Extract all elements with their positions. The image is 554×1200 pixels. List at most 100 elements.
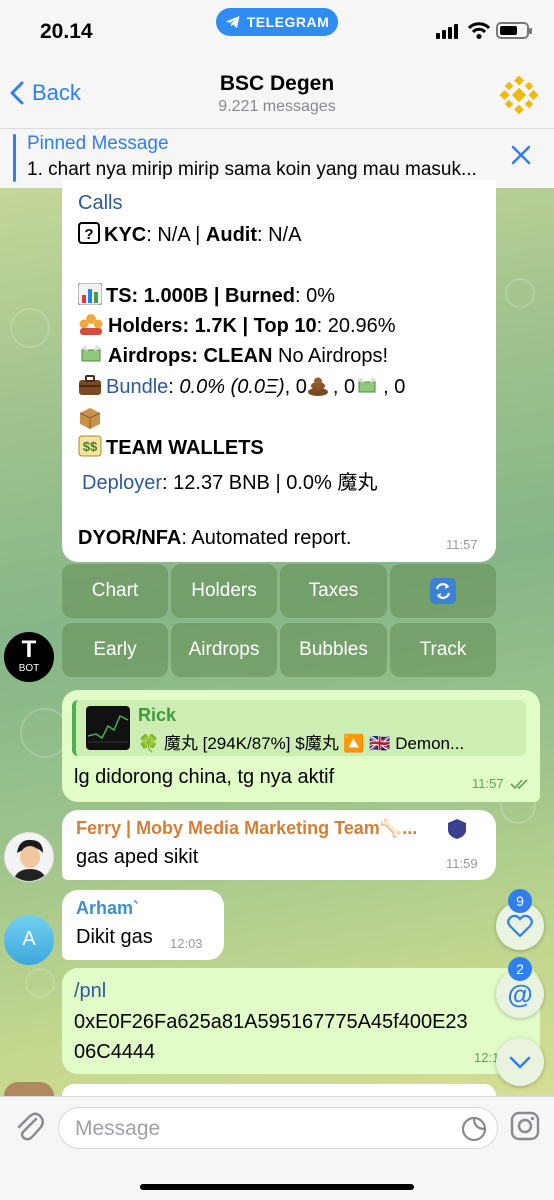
shield-badge-icon <box>448 819 466 839</box>
outgoing-pnl-message[interactable]: /pnl 0xE0F26Fa625a81A595167775A45f400E23… <box>62 968 540 1074</box>
ts-value: : 0% <box>294 285 336 307</box>
next-avatar[interactable] <box>4 1082 54 1096</box>
arham-message[interactable]: Arham` Dikit gas 12:03 <box>62 890 224 960</box>
chevron-down-icon <box>509 1056 531 1069</box>
audit-value: : N/A <box>257 224 302 246</box>
reactions-badge: 9 <box>508 889 532 913</box>
next-message-preview[interactable] <box>62 1084 496 1096</box>
pinned-indicator <box>13 134 16 182</box>
poop-icon <box>307 376 329 402</box>
message-time: 12:03 <box>170 936 203 951</box>
kyc-audit-line: ? KYC: N/A | Audit: N/A <box>78 222 301 250</box>
airdrops-button[interactable]: Airdrops <box>171 623 277 677</box>
bundle-link[interactable]: Bundle <box>106 376 168 398</box>
arham-avatar[interactable]: A <box>4 915 54 965</box>
bundle-count-b: , 0 <box>332 376 356 398</box>
bundle-line: Bundle: 0.0% (0.0Ξ), 0, 0, 0 <box>78 374 405 402</box>
kyc-label: KYC <box>104 224 147 246</box>
ferry-avatar[interactable] <box>4 832 54 882</box>
telegram-icon <box>225 16 240 28</box>
message-text: lg didorong china, tg nya aktif <box>74 766 335 788</box>
message-time: 11:59 <box>446 856 478 871</box>
deployer-value: : 12.37 BNB | 0.0% 魔丸 <box>162 472 378 494</box>
telegram-return-pill[interactable]: TELEGRAM <box>216 8 338 36</box>
message-input-bar: Message <box>0 1096 554 1200</box>
sticker-icon[interactable] <box>461 1116 487 1142</box>
message-count: 9.221 messages <box>218 98 336 115</box>
at-icon: @ <box>507 978 533 1009</box>
bot-avatar-label: BOT <box>18 663 40 674</box>
ts-line: TS: 1.000B | Burned: 0% <box>77 282 336 311</box>
team-wallets-label: TEAM WALLETS <box>106 437 264 459</box>
bnb-logo-icon[interactable] <box>498 74 540 116</box>
bot-avatar[interactable]: T BOT <box>4 632 54 682</box>
chat-title[interactable]: BSC Degen <box>0 72 554 96</box>
clock: 20.14 <box>40 20 93 43</box>
pnl-command-link[interactable]: /pnl <box>74 980 106 1003</box>
pinned-title: Pinned Message <box>27 133 169 154</box>
bot-report-message[interactable]: Calls ? KYC: N/A | Audit: N/A TS: 1.000B … <box>62 180 496 562</box>
dyor-line: DYOR/NFA: Automated report. <box>78 527 351 550</box>
outgoing-message[interactable]: Rick 🍀 魔丸 [294K/87%] $魔丸 🔼 🇬🇧 Demon... l… <box>62 690 540 802</box>
svg-text:$$: $$ <box>83 439 98 454</box>
message-field[interactable]: Message <box>58 1107 498 1149</box>
chat-header: Back BSC Degen 9.221 messages <box>0 60 554 128</box>
refresh-button[interactable] <box>390 564 496 618</box>
holders-label: Holders: 1.7K | Top 10 <box>108 315 317 337</box>
message-text: Dikit gas <box>76 926 153 948</box>
deployer-line: Deployer: 12.37 BNB | 0.0% 魔丸 <box>82 466 377 495</box>
arham-avatar-letter: A <box>22 928 36 950</box>
ferry-sender-name[interactable]: Ferry | Moby Media Marketing Team🦴... <box>76 818 417 839</box>
chart-button[interactable]: Chart <box>62 564 168 618</box>
people-icon <box>78 313 104 341</box>
pinned-message-bar[interactable]: Pinned Message 1. chart nya mirip mirip … <box>0 128 554 188</box>
signal-icon <box>436 24 458 39</box>
home-indicator <box>140 1184 414 1190</box>
message-text: gas aped sikit <box>76 846 199 868</box>
pinned-text: 1. chart nya mirip mirip sama koin yang … <box>27 159 477 180</box>
bot-avatar-letter: T <box>21 636 37 663</box>
holders-button[interactable]: Holders <box>171 564 277 618</box>
money-wings-icon <box>78 343 104 371</box>
address-line-2: 06C4444 <box>74 1041 156 1063</box>
refresh-icon <box>430 578 456 604</box>
ferry-message[interactable]: Ferry | Moby Media Marketing Team🦴... ga… <box>62 810 496 880</box>
bundle-count-a: , 0 <box>284 376 307 398</box>
package-icon <box>78 406 102 435</box>
message-time: 11:57 <box>472 776 504 791</box>
scroll-down-button[interactable] <box>496 1038 544 1086</box>
read-checkmarks-icon <box>510 779 528 790</box>
camera-icon[interactable] <box>510 1111 540 1141</box>
track-button[interactable]: Track <box>390 623 496 677</box>
bundle-value: 0.0% (0.0Ξ) <box>179 376 285 398</box>
airdrops-label: Airdrops: CLEAN <box>108 345 273 367</box>
status-bar: 20.14 TELEGRAM <box>0 0 554 60</box>
kyc-value: : N/A | <box>146 224 206 246</box>
question-icon: ? <box>78 222 100 250</box>
reply-sender-name: Rick <box>138 705 177 725</box>
ts-label: TS: 1.000B | Burned <box>106 285 295 307</box>
calls-link[interactable]: Calls <box>78 192 122 215</box>
team-wallets-line: $$ TEAM WALLETS <box>78 435 264 463</box>
dyor-value: : Automated report. <box>181 527 352 549</box>
early-button[interactable]: Early <box>62 623 168 677</box>
chart-thumbnail <box>86 706 130 750</box>
telegram-pill-label: TELEGRAM <box>246 14 330 30</box>
taxes-button[interactable]: Taxes <box>280 564 387 618</box>
bubbles-button[interactable]: Bubbles <box>280 623 387 677</box>
arham-sender-name[interactable]: Arham` <box>76 898 139 919</box>
paperclip-icon[interactable] <box>14 1109 44 1143</box>
money-icon: $$ <box>78 435 102 463</box>
airdrops-line: Airdrops: CLEAN No Airdrops! <box>78 343 388 371</box>
money-wings-icon <box>355 376 379 402</box>
deployer-link[interactable]: Deployer <box>82 472 162 494</box>
message-placeholder: Message <box>75 1117 161 1140</box>
heart-icon <box>507 914 533 938</box>
reply-preview[interactable]: Rick 🍀 魔丸 [294K/87%] $魔丸 🔼 🇬🇧 Demon... <box>72 700 526 756</box>
holders-value: : 20.96% <box>316 315 396 337</box>
close-pinned-icon[interactable] <box>510 144 532 166</box>
bar-chart-icon <box>77 282 103 311</box>
address-line-1: 0xE0F26Fa625a81A595167775A45f400E23 <box>74 1011 468 1033</box>
audit-label: Audit <box>205 224 257 246</box>
svg-text:?: ? <box>84 226 93 243</box>
